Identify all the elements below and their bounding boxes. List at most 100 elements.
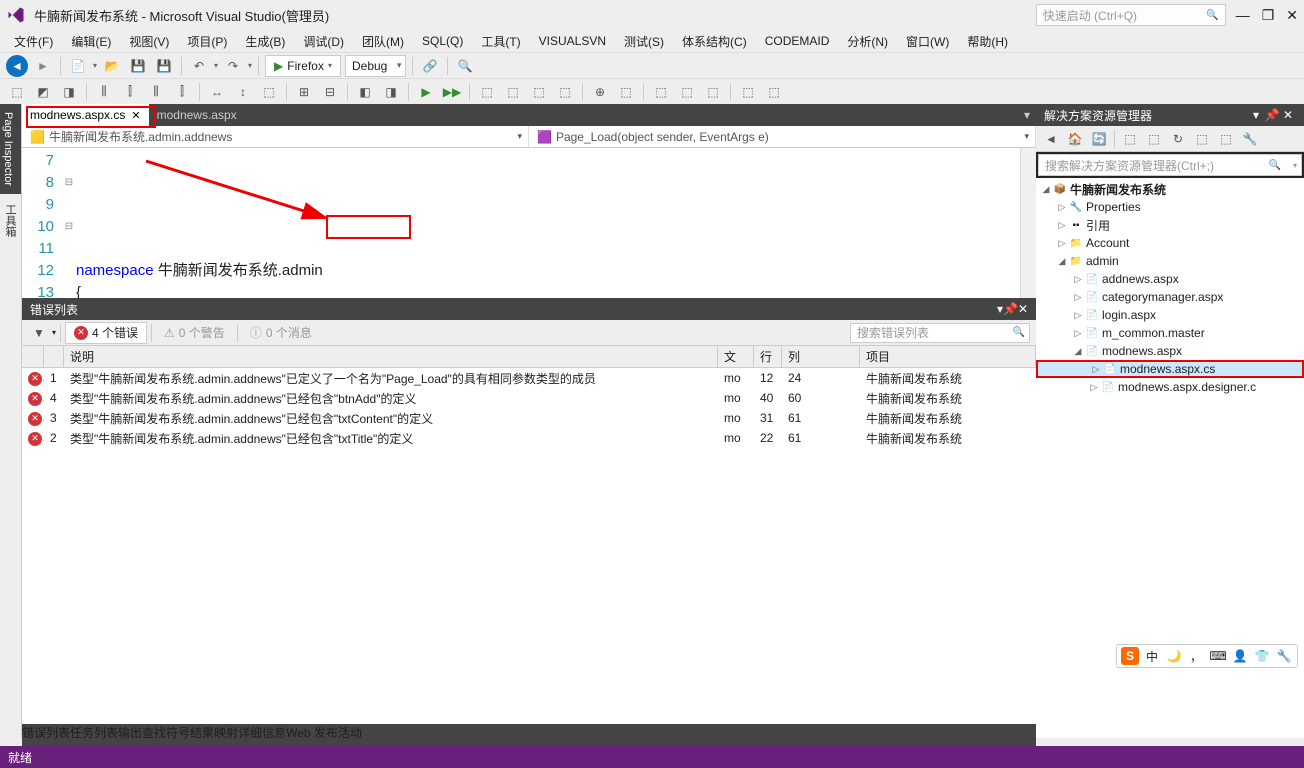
- bottom-tab[interactable]: 错误列表: [22, 724, 70, 746]
- col-proj-header[interactable]: 项目: [860, 346, 1036, 367]
- se-btn[interactable]: ⬚: [1215, 128, 1237, 150]
- ime-user-icon[interactable]: 👤: [1231, 647, 1249, 665]
- se-home-icon[interactable]: 🏠: [1064, 128, 1086, 150]
- open-icon[interactable]: 📂: [101, 55, 123, 77]
- bottom-tab[interactable]: Web 发布活动: [286, 724, 362, 746]
- tb2-btn[interactable]: ⫼: [93, 81, 115, 103]
- tb2-btn[interactable]: ⫿: [171, 81, 193, 103]
- panel-close-icon[interactable]: ✕: [1018, 302, 1028, 316]
- tree-item[interactable]: ▷📄addnews.aspx: [1036, 270, 1304, 288]
- tree-item[interactable]: ▷📄login.aspx: [1036, 306, 1304, 324]
- close-button[interactable]: ✕: [1286, 7, 1298, 24]
- tree-arrow-icon[interactable]: ▷: [1056, 238, 1068, 249]
- se-btn[interactable]: ⬚: [1143, 128, 1165, 150]
- error-search-input[interactable]: 搜索错误列表: [850, 323, 1030, 343]
- tb2-btn[interactable]: ◨: [58, 81, 80, 103]
- tree-arrow-icon[interactable]: ▷: [1072, 310, 1084, 321]
- menu-item[interactable]: VISUALSVN: [531, 32, 614, 50]
- tb2-btn[interactable]: ⊕: [589, 81, 611, 103]
- bottom-tab[interactable]: 查找符号结果: [142, 724, 214, 746]
- tree-arrow-icon[interactable]: ▷: [1056, 202, 1068, 213]
- menu-item[interactable]: 视图(V): [121, 31, 177, 52]
- tb2-btn[interactable]: ⬚: [676, 81, 698, 103]
- ime-keyboard-icon[interactable]: ⌨: [1209, 647, 1227, 665]
- page-inspector-tab[interactable]: Page Inspector: [0, 104, 21, 194]
- tb2-btn[interactable]: ◨: [380, 81, 402, 103]
- tb2-btn[interactable]: ◧: [354, 81, 376, 103]
- tree-arrow-icon[interactable]: ◢: [1056, 256, 1068, 267]
- save-icon[interactable]: 💾: [127, 55, 149, 77]
- se-btn[interactable]: ⬚: [1119, 128, 1141, 150]
- menu-item[interactable]: 工具(T): [473, 31, 528, 52]
- tree-arrow-icon[interactable]: ◢: [1040, 184, 1052, 195]
- se-properties-icon[interactable]: 🔧: [1239, 128, 1261, 150]
- tb2-btn[interactable]: ⬚: [502, 81, 524, 103]
- menu-item[interactable]: SQL(Q): [414, 32, 471, 50]
- se-sync-icon[interactable]: 🔄: [1088, 128, 1110, 150]
- play-icon[interactable]: ▶: [415, 81, 437, 103]
- tab-close-icon[interactable]: ✕: [131, 109, 140, 122]
- tree-item[interactable]: ▷📁Account: [1036, 234, 1304, 252]
- panel-dropdown-icon[interactable]: ▾: [1248, 108, 1264, 122]
- tb2-btn[interactable]: ◩: [32, 81, 54, 103]
- config-dropdown[interactable]: Debug: [345, 55, 406, 77]
- quick-launch-input[interactable]: 快速启动 (Ctrl+Q) 🔍: [1036, 4, 1226, 26]
- tree-arrow-icon[interactable]: ▷: [1056, 220, 1068, 231]
- menu-item[interactable]: 帮助(H): [959, 31, 1016, 52]
- tree-arrow-icon[interactable]: ◢: [1072, 346, 1084, 357]
- tree-arrow-icon[interactable]: ▷: [1090, 364, 1102, 375]
- nav-class-dropdown[interactable]: 🟨 牛腩新闻发布系统.admin.addnews: [22, 126, 529, 147]
- menu-item[interactable]: 项目(P): [179, 31, 235, 52]
- menu-item[interactable]: 体系结构(C): [674, 31, 755, 52]
- errors-filter[interactable]: ✕ 4 个错误: [65, 322, 147, 344]
- tb2-btn[interactable]: ⬚: [650, 81, 672, 103]
- tree-item[interactable]: ▷📄categorymanager.aspx: [1036, 288, 1304, 306]
- panel-pin-icon[interactable]: 📌: [1003, 302, 1018, 316]
- editor-tab[interactable]: modnews.aspx: [149, 104, 245, 126]
- tb2-btn[interactable]: ⬚: [258, 81, 280, 103]
- ime-skin-icon[interactable]: 👕: [1253, 647, 1271, 665]
- start-debug-button[interactable]: ▶ Firefox ▾: [265, 55, 341, 77]
- tree-arrow-icon[interactable]: ▷: [1072, 328, 1084, 339]
- save-all-icon[interactable]: 💾: [153, 55, 175, 77]
- tb2-btn[interactable]: ⊟: [319, 81, 341, 103]
- tree-item[interactable]: ▷▪▪引用: [1036, 216, 1304, 234]
- tb2-btn[interactable]: ⫼: [145, 81, 167, 103]
- undo-icon[interactable]: ↶: [188, 55, 210, 77]
- tree-arrow-icon[interactable]: ▷: [1088, 382, 1100, 393]
- menu-item[interactable]: CODEMAID: [757, 32, 838, 50]
- menu-item[interactable]: 生成(B): [237, 31, 293, 52]
- tree-arrow-icon[interactable]: ▷: [1072, 292, 1084, 303]
- nav-back-button[interactable]: ◄: [6, 55, 28, 77]
- ime-moon-icon[interactable]: 🌙: [1165, 647, 1183, 665]
- ime-lang[interactable]: 中: [1143, 647, 1161, 665]
- filter-icon[interactable]: ▼: [28, 322, 50, 344]
- panel-pin-icon[interactable]: 📌: [1264, 108, 1280, 122]
- tb2-btn[interactable]: ⊞: [293, 81, 315, 103]
- menu-item[interactable]: 编辑(E): [63, 31, 119, 52]
- tree-item[interactable]: ▷📄modnews.aspx.designer.c: [1036, 378, 1304, 396]
- toolbox-tab[interactable]: 工具箱: [0, 196, 21, 245]
- messages-filter[interactable]: ⓘ 0 个消息: [242, 322, 320, 344]
- tree-item[interactable]: ▷📄m_common.master: [1036, 324, 1304, 342]
- bottom-tab[interactable]: 映射详细信息: [214, 724, 286, 746]
- menu-item[interactable]: 文件(F): [6, 31, 61, 52]
- menu-item[interactable]: 调试(D): [295, 31, 352, 52]
- tree-arrow-icon[interactable]: ▷: [1072, 274, 1084, 285]
- tb2-btn[interactable]: ⬚: [554, 81, 576, 103]
- se-back-icon[interactable]: ◄: [1040, 128, 1062, 150]
- tree-item[interactable]: ▷🔧Properties: [1036, 198, 1304, 216]
- tree-item[interactable]: ◢📄modnews.aspx: [1036, 342, 1304, 360]
- se-btn[interactable]: ⬚: [1191, 128, 1213, 150]
- play-all-icon[interactable]: ▶▶: [441, 81, 463, 103]
- ime-punct[interactable]: ，: [1187, 647, 1205, 665]
- tb2-btn[interactable]: ⬚: [476, 81, 498, 103]
- se-refresh-icon[interactable]: ↻: [1167, 128, 1189, 150]
- error-row[interactable]: ✕2类型"牛腩新闻发布系统.admin.addnews"已经包含"txtTitl…: [22, 428, 1036, 448]
- bottom-tab[interactable]: 输出: [118, 724, 142, 746]
- col-col-header[interactable]: 列: [782, 346, 860, 367]
- menu-item[interactable]: 测试(S): [616, 31, 672, 52]
- col-desc-header[interactable]: 说明: [64, 346, 718, 367]
- error-row[interactable]: ✕1类型"牛腩新闻发布系统.admin.addnews"已定义了一个名为"Pag…: [22, 368, 1036, 388]
- col-file-header[interactable]: 文: [718, 346, 754, 367]
